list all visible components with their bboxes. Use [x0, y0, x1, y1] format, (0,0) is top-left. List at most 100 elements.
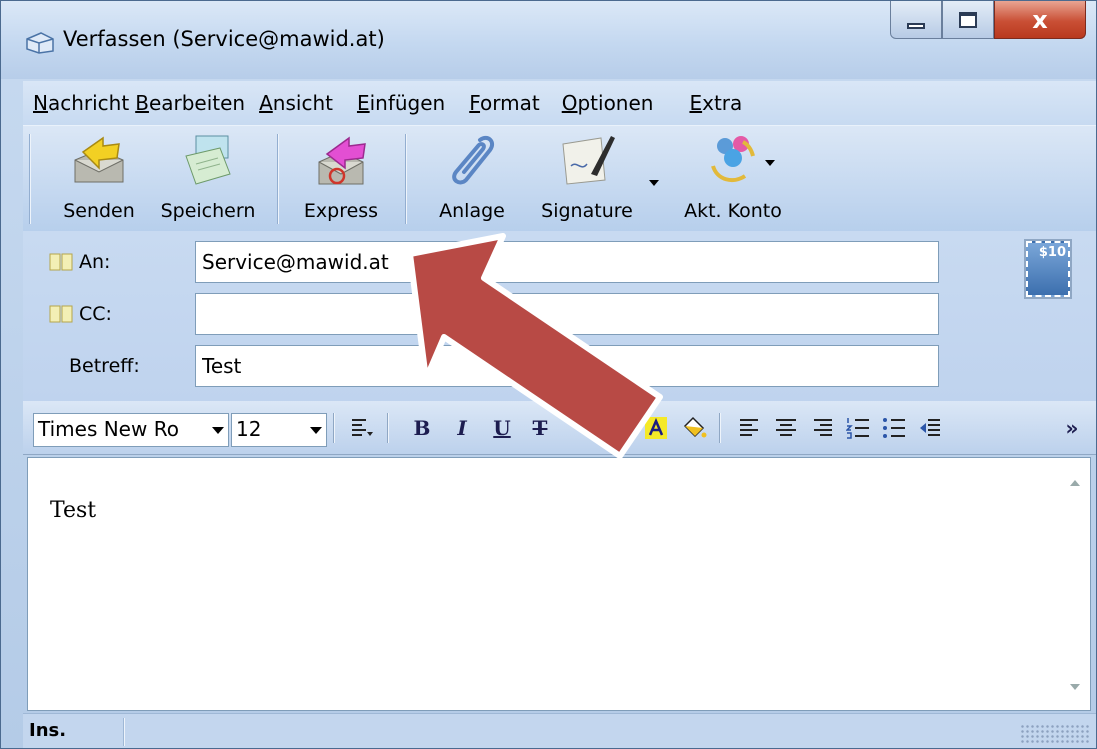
- menu-accel: B: [135, 91, 149, 115]
- italic-button[interactable]: I: [447, 411, 477, 445]
- format-separator: [333, 413, 335, 443]
- outdent-icon: [920, 419, 940, 436]
- format-toolbar: Times New Ro 12 B I U T »: [23, 401, 1096, 455]
- menu-label: xtra: [702, 91, 743, 115]
- align-right-button[interactable]: [807, 411, 837, 445]
- minimize-icon: [907, 22, 925, 29]
- font-color-icon: [611, 416, 629, 438]
- resize-grip-icon[interactable]: [1020, 724, 1090, 744]
- menu-label: achricht: [47, 91, 130, 115]
- save-draft-icon: [185, 135, 231, 185]
- attachment-button[interactable]: Anlage: [427, 130, 517, 228]
- outdent-button[interactable]: [915, 411, 945, 445]
- toolbar-separator: [29, 134, 31, 224]
- menu-optionen[interactable]: Optionen: [562, 91, 654, 115]
- status-separator: [123, 718, 125, 746]
- to-row: An:: [23, 241, 1096, 285]
- send-label: Senden: [63, 200, 135, 222]
- menu-accel: E: [356, 91, 370, 115]
- numbered-list-icon: [846, 418, 869, 439]
- vertical-scrollbar[interactable]: [1060, 458, 1090, 710]
- font-size-select[interactable]: 12: [231, 413, 327, 447]
- toolbar-overflow-button[interactable]: »: [1057, 411, 1087, 445]
- underline-button[interactable]: U: [487, 411, 517, 445]
- close-icon: x: [1032, 5, 1048, 34]
- font-color-button[interactable]: [605, 411, 635, 445]
- cc-row: CC:: [23, 293, 1096, 337]
- menu-nachricht[interactable]: Nachricht: [33, 91, 129, 115]
- send-button[interactable]: Senden: [59, 130, 139, 228]
- title-bar: Verfassen (Service@mawid.at) x: [1, 1, 1096, 79]
- align-center-button[interactable]: [771, 411, 801, 445]
- chevron-down-icon: [310, 427, 322, 434]
- paint-bucket-icon: [683, 416, 707, 438]
- maximize-icon: [959, 11, 977, 28]
- close-button[interactable]: x: [994, 1, 1086, 39]
- menu-ansicht[interactable]: Ansicht: [259, 91, 333, 115]
- menu-extra[interactable]: Extra: [689, 91, 742, 115]
- save-button[interactable]: Speichern: [153, 130, 263, 228]
- save-label: Speichern: [160, 200, 256, 222]
- background-color-button[interactable]: [679, 411, 709, 445]
- bullet-list-icon: [883, 418, 905, 438]
- window-title: Verfassen (Service@mawid.at): [63, 27, 385, 51]
- account-dropdown-arrow[interactable]: [765, 160, 775, 166]
- toolbar-separator: [405, 134, 407, 224]
- bold-button[interactable]: B: [407, 411, 437, 445]
- attachment-label: Anlage: [439, 200, 505, 222]
- to-field[interactable]: [195, 241, 939, 283]
- stamp-icon[interactable]: $10: [1024, 239, 1072, 299]
- signature-pen-icon: [562, 136, 615, 185]
- format-separator: [719, 413, 721, 443]
- bullet-list-button[interactable]: [879, 411, 909, 445]
- main-toolbar: Senden Speichern Express Anlage Signatur…: [23, 125, 1096, 231]
- chevron-down-icon: [212, 427, 224, 434]
- strikethrough-button[interactable]: T: [525, 411, 555, 445]
- font-size-value: 12: [236, 417, 262, 441]
- paperclip-icon: [452, 135, 495, 185]
- message-body-editor[interactable]: Test: [27, 457, 1091, 711]
- signature-label: Signature: [541, 200, 633, 222]
- menu-label: earbeiten: [148, 91, 246, 115]
- cc-field[interactable]: [195, 293, 939, 335]
- numbered-list-button[interactable]: [843, 411, 873, 445]
- align-left-button[interactable]: [735, 411, 765, 445]
- align-center-icon: [776, 419, 796, 436]
- paragraph-style-icon: [352, 419, 373, 436]
- menu-accel: N: [33, 91, 48, 115]
- status-bar: Ins.: [23, 713, 1096, 748]
- signature-dropdown-arrow[interactable]: [649, 180, 659, 186]
- menu-bearbeiten[interactable]: Bearbeiten: [135, 91, 245, 115]
- menu-label: ormat: [480, 91, 540, 115]
- menu-label: ptionen: [577, 91, 654, 115]
- format-separator: [387, 413, 389, 443]
- menu-accel: O: [561, 91, 578, 115]
- message-body-text: Test: [50, 498, 97, 523]
- scroll-down-icon[interactable]: [1070, 684, 1080, 690]
- caption-buttons: x: [890, 1, 1086, 41]
- minimize-button[interactable]: [890, 1, 942, 39]
- to-label: An:: [79, 251, 111, 273]
- express-button[interactable]: Express: [291, 130, 391, 228]
- highlight-color-button[interactable]: [641, 411, 671, 445]
- account-label: Akt. Konto: [684, 200, 782, 222]
- address-book-icon[interactable]: [49, 305, 73, 323]
- menu-label: infügen: [369, 91, 446, 115]
- maximize-button[interactable]: [942, 1, 994, 39]
- signature-button[interactable]: Signature: [531, 130, 643, 228]
- font-name-value: Times New Ro: [38, 417, 179, 441]
- address-book-icon[interactable]: [49, 253, 73, 271]
- subject-field[interactable]: [195, 345, 939, 387]
- menu-format[interactable]: Format: [469, 91, 539, 115]
- account-button[interactable]: Akt. Konto: [673, 130, 793, 228]
- paragraph-style-button[interactable]: [347, 411, 377, 445]
- menu-label: nsicht: [272, 91, 333, 115]
- align-right-icon: [814, 419, 832, 436]
- accounts-icon: [711, 136, 755, 183]
- font-name-select[interactable]: Times New Ro: [33, 413, 229, 447]
- menu-einfuegen[interactable]: Einfügen: [357, 91, 445, 115]
- menu-accel: E: [689, 91, 703, 115]
- compose-window: Verfassen (Service@mawid.at) x Nachricht…: [0, 0, 1097, 749]
- scroll-up-icon[interactable]: [1070, 480, 1080, 486]
- menu-accel: F: [469, 91, 481, 115]
